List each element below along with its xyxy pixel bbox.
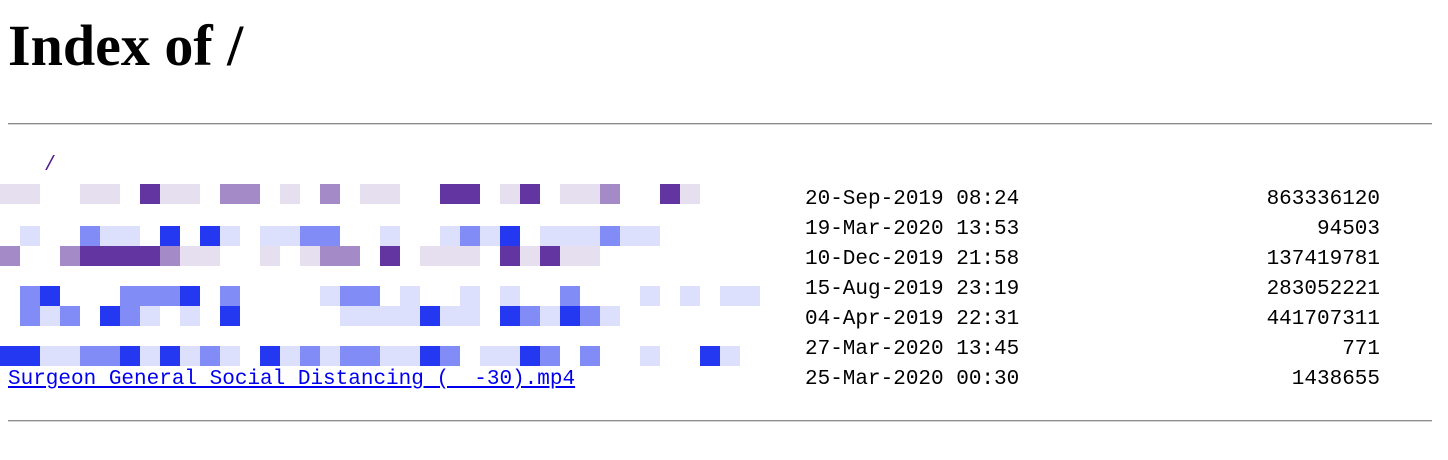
list-item: 15-Aug-2019 23:19 283052221 <box>8 275 1432 305</box>
file-link[interactable]: Surgeon General Social Distancing ( -30)… <box>8 365 575 395</box>
bottom-divider <box>8 420 1432 422</box>
list-item: Surgeon General Social Distancing ( -30)… <box>8 365 1432 395</box>
file-date: 20-Sep-2019 08:24 <box>805 188 1020 211</box>
page-title: Index of / <box>8 13 244 78</box>
file-size: 283052221 <box>1266 278 1380 301</box>
file-size: 137419781 <box>1266 248 1380 271</box>
list-item: 19-Mar-2020 13:53 94503 <box>8 215 1432 245</box>
list-item: 04-Apr-2019 22:31 441707311 <box>8 305 1432 335</box>
file-size: 94503 <box>1316 218 1380 241</box>
file-date: 25-Mar-2020 00:30 <box>805 368 1020 391</box>
file-size: 1438655 <box>1291 368 1380 391</box>
file-listing: 20-Sep-2019 08:24 863336120 19-Mar-2020 … <box>8 185 1432 395</box>
file-size: 771 <box>1342 338 1380 361</box>
file-date: 15-Aug-2019 23:19 <box>805 278 1020 301</box>
file-size: 863336120 <box>1266 188 1380 211</box>
file-date: 19-Mar-2020 13:53 <box>805 218 1020 241</box>
top-divider <box>8 123 1432 125</box>
list-item: 10-Dec-2019 21:58 137419781 <box>8 245 1432 275</box>
file-size: 441707311 <box>1266 308 1380 331</box>
list-item: 20-Sep-2019 08:24 863336120 <box>8 185 1432 215</box>
file-date: 27-Mar-2020 13:45 <box>805 338 1020 361</box>
list-item: 27-Mar-2020 13:45 771 <box>8 335 1432 365</box>
file-date: 10-Dec-2019 21:58 <box>805 248 1020 271</box>
file-date: 04-Apr-2019 22:31 <box>805 308 1020 331</box>
